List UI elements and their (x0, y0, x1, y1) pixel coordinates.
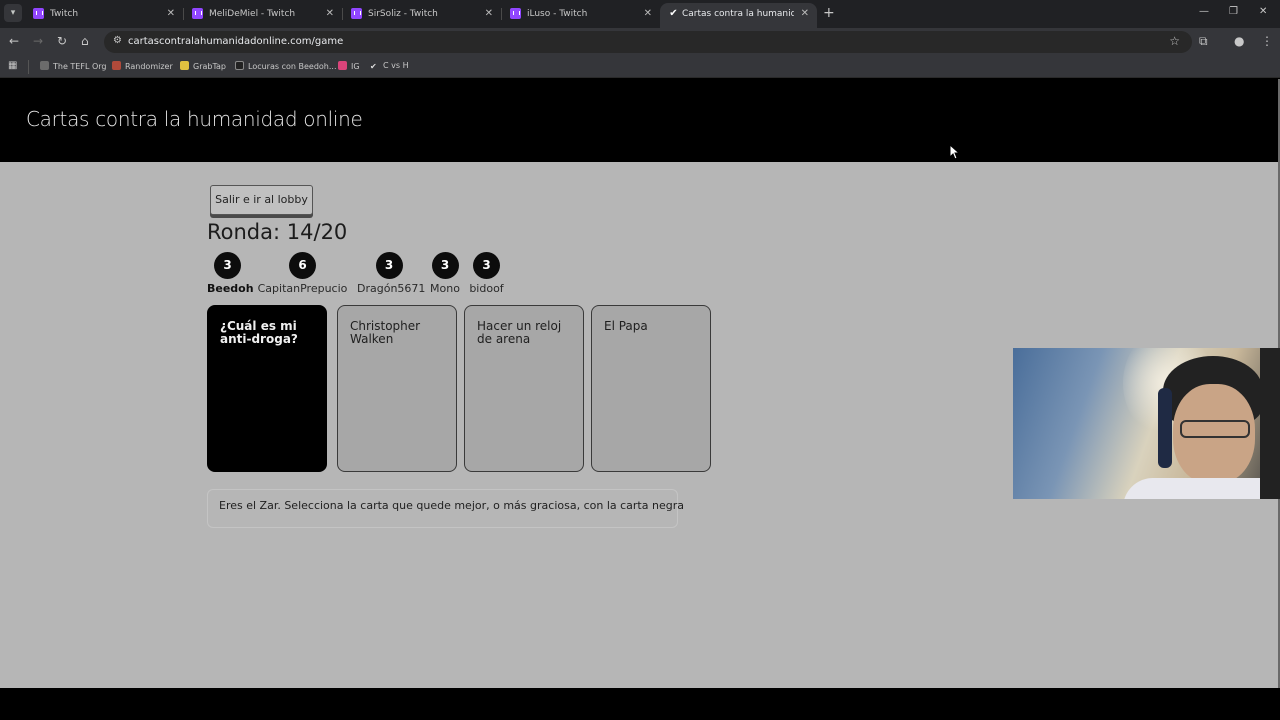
bookmark-grabtap[interactable]: GrabTap (180, 61, 226, 71)
minimize-icon[interactable]: — (1199, 6, 1209, 17)
locuras-icon (235, 61, 244, 70)
player-score: 6 (289, 252, 316, 279)
cursor-arrow-icon (949, 144, 961, 160)
cah-icon: ✔ (669, 8, 678, 19)
player-bidoof: 3 bidoof (469, 252, 504, 295)
tab-separator (183, 8, 184, 20)
restore-icon[interactable]: ❐ (1229, 6, 1238, 17)
leave-to-lobby-button[interactable]: Salir e ir al lobby (210, 185, 313, 215)
round-label: Ronda: (207, 220, 287, 244)
twitch-icon (33, 8, 44, 19)
address-bar[interactable]: ⚙ cartascontralahumanidadonline.com/game… (104, 31, 1192, 53)
bookmark-label: IG (351, 62, 360, 71)
bookmarks-separator (28, 60, 29, 74)
randomizer-icon (112, 61, 121, 70)
black-card-text: ¿Cuál es mi anti-droga? (220, 319, 298, 346)
player-name: CapitanPrepucio (257, 282, 348, 295)
player-name: Dragón5671 (357, 282, 426, 295)
round-indicator: Ronda: 14/20 (207, 220, 347, 244)
bookmark-label: Locuras con Beedoh... (248, 62, 337, 71)
tab-separator (501, 8, 502, 20)
bookmarks-bar: ▦ The TEFL Org Randomizer GrabTap Locura… (0, 56, 1280, 78)
tefl-icon (40, 61, 49, 70)
profile-avatar-icon[interactable]: ● (1234, 34, 1244, 48)
apps-grid-icon[interactable]: ▦ (8, 60, 17, 71)
black-card: ¿Cuál es mi anti-droga? (207, 305, 327, 472)
bookmark-label: GrabTap (193, 62, 227, 71)
white-card[interactable]: Hacer un reloj de arena (464, 305, 584, 472)
close-icon[interactable]: ✕ (644, 3, 652, 25)
twitch-icon (510, 8, 521, 19)
tab-sirsoliz[interactable]: SirSoliz - Twitch ✕ (351, 3, 493, 25)
glasses (1180, 420, 1250, 438)
forward-icon[interactable]: → (33, 34, 43, 48)
player-score: 3 (214, 252, 241, 279)
tab-search-icon[interactable]: ▾ (4, 4, 22, 22)
close-icon[interactable]: ✕ (167, 3, 175, 25)
cah-icon: ✔ (370, 62, 377, 71)
window-close-icon[interactable]: ✕ (1259, 6, 1267, 17)
bookmark-ig[interactable]: IG (338, 61, 360, 71)
tab-title: iLuso - Twitch (527, 9, 588, 19)
tab-cartas-active[interactable]: ✔ Cartas contra la humanidad onl ✕ (660, 3, 817, 28)
site-title[interactable]: Cartas contra la humanidad online (26, 107, 363, 131)
tab-melidemiel[interactable]: MeliDeMiel - Twitch ✕ (192, 3, 334, 25)
instagram-icon (338, 61, 347, 70)
browser-tab-bar: ▾ Twitch ✕ MeliDeMiel - Twitch ✕ SirSoli… (0, 0, 1280, 28)
bookmark-cvsh[interactable]: ✔ C vs H (370, 61, 409, 71)
bookmark-label: Randomizer (125, 62, 173, 71)
player-score: 3 (431, 252, 459, 279)
url-text[interactable]: cartascontralahumanidadonline.com/game (128, 31, 343, 53)
home-icon[interactable]: ⌂ (81, 34, 89, 48)
webcam-person-shirt (1123, 478, 1280, 499)
extensions-icon[interactable]: ⧉ (1199, 34, 1208, 49)
site-info-icon[interactable]: ⚙ (113, 35, 122, 46)
player-score: 3 (375, 252, 403, 279)
tab-title: SirSoliz - Twitch (368, 9, 438, 19)
tab-title: Cartas contra la humanidad onl (682, 9, 794, 19)
bookmark-label: The TEFL Org (53, 62, 107, 71)
white-card[interactable]: El Papa (591, 305, 711, 472)
player-name: Mono (430, 282, 460, 295)
tab-title: MeliDeMiel - Twitch (209, 9, 296, 19)
twitch-icon (192, 8, 203, 19)
close-icon[interactable]: ✕ (326, 3, 334, 25)
site-header: Cartas contra la humanidad online (0, 79, 1280, 162)
player-name: bidoof (469, 282, 504, 295)
bottom-black-bar (0, 688, 1280, 720)
white-card-text: Christopher Walken (350, 319, 421, 346)
new-tab-icon[interactable]: + (823, 5, 835, 21)
white-card[interactable]: Christopher Walken (337, 305, 457, 472)
tab-title: Twitch (50, 9, 79, 19)
player-capitanprepucio: 6 CapitanPrepucio (257, 252, 348, 295)
czar-instruction: Eres el Zar. Selecciona la carta que que… (207, 489, 684, 528)
menu-icon[interactable]: ⋮ (1261, 34, 1273, 48)
bookmark-randomizer[interactable]: Randomizer (112, 61, 173, 71)
tab-separator (342, 8, 343, 20)
bookmark-label: C vs H (383, 61, 409, 70)
twitch-icon (351, 8, 362, 19)
player-name: Beedoh (207, 282, 254, 295)
player-beedoh: 3 Beedoh (207, 252, 254, 295)
bookmark-locuras[interactable]: Locuras con Beedoh... (235, 61, 337, 71)
tab-twitch[interactable]: Twitch ✕ (33, 3, 175, 25)
player-dragon5671: 3 Dragón5671 (357, 252, 426, 295)
webcam-shadow (1260, 348, 1280, 499)
close-icon[interactable]: ✕ (801, 3, 809, 25)
player-mono: 3 Mono (429, 252, 461, 295)
headset (1158, 388, 1172, 468)
grabtap-icon (180, 61, 189, 70)
white-card-text: El Papa (604, 319, 648, 333)
webcam-overlay (1013, 348, 1280, 499)
back-icon[interactable]: ← (9, 34, 19, 48)
close-icon[interactable]: ✕ (485, 3, 493, 25)
reload-icon[interactable]: ↻ (57, 34, 67, 48)
round-value: 14/20 (286, 220, 348, 244)
bookmark-tefl[interactable]: The TEFL Org (40, 61, 107, 71)
tab-iluso[interactable]: iLuso - Twitch ✕ (510, 3, 652, 25)
white-card-text: Hacer un reloj de arena (477, 319, 562, 346)
bookmark-star-icon[interactable]: ☆ (1169, 34, 1180, 48)
player-score: 3 (473, 252, 500, 279)
